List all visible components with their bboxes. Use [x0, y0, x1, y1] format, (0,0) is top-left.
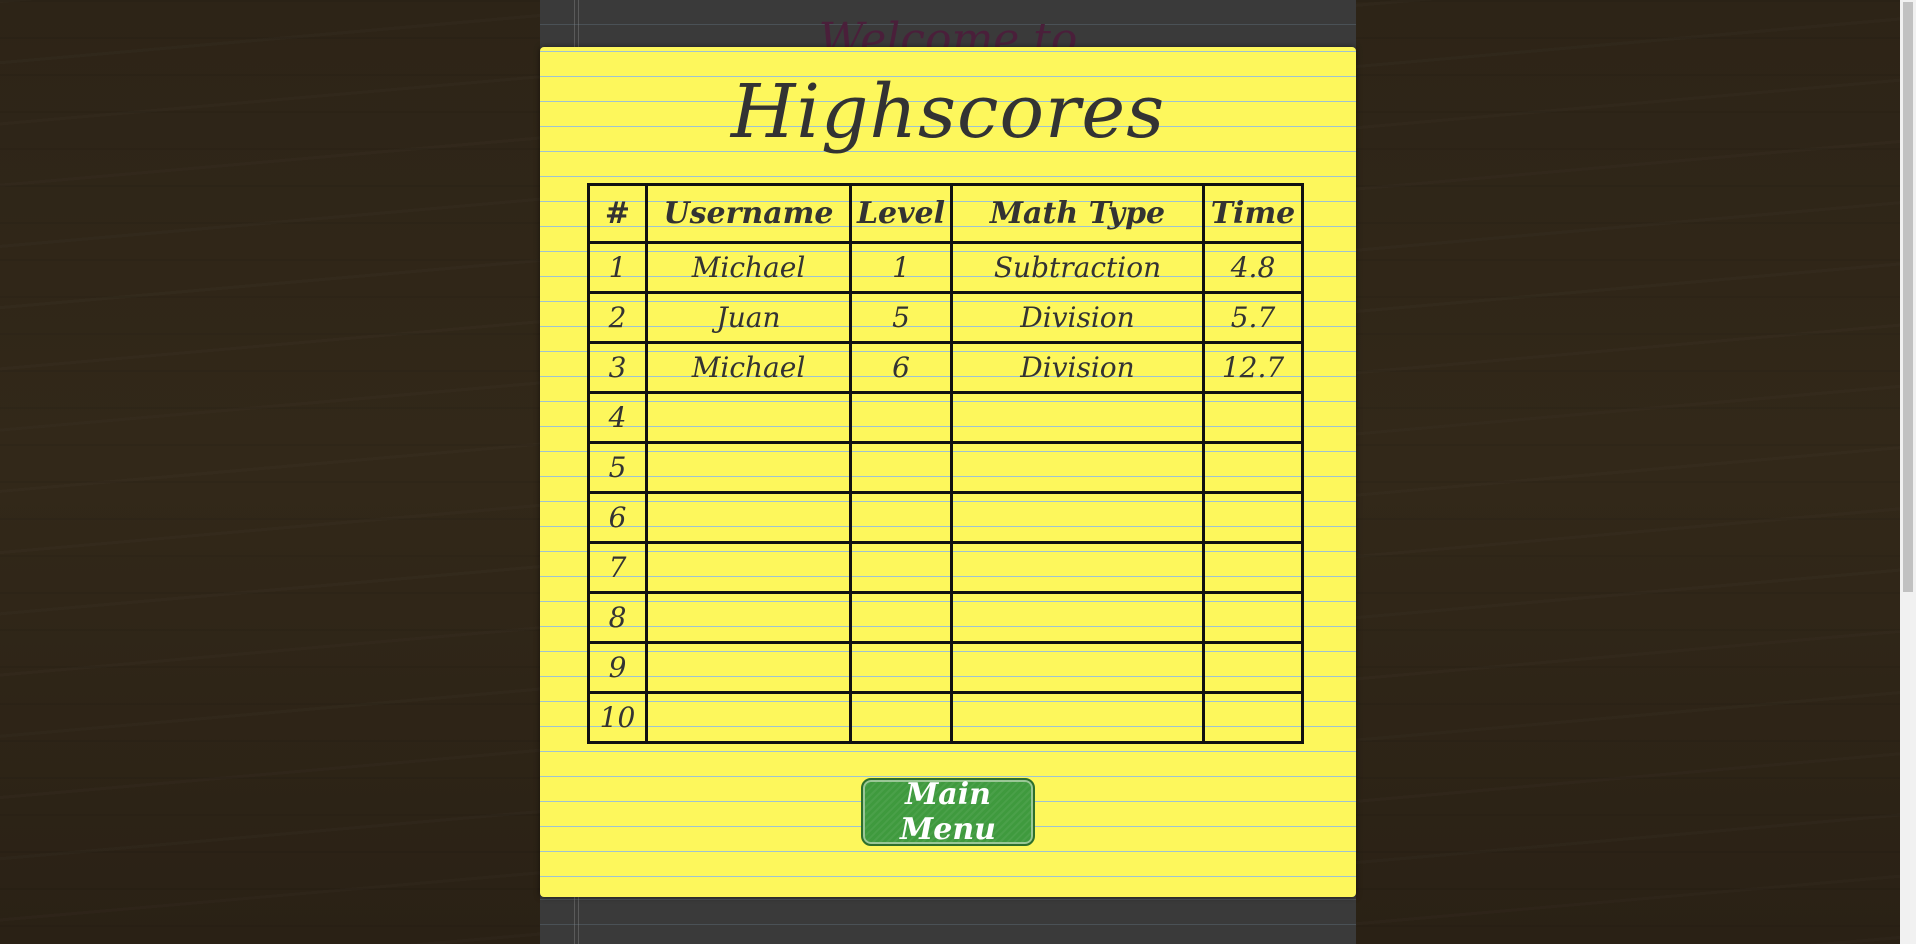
header-math-type: Math Type: [950, 183, 1205, 244]
cell-math-type: Division: [950, 291, 1205, 344]
header-rank: #: [587, 183, 648, 244]
cell-time: [1202, 541, 1304, 594]
cell-math-type: [950, 541, 1205, 594]
cell-level: [849, 541, 953, 594]
header-level: Level: [849, 183, 953, 244]
header-username: Username: [645, 183, 852, 244]
cell-level: 1: [849, 241, 953, 294]
cell-level: [849, 641, 953, 694]
cell-username: [645, 541, 852, 594]
cell-username: [645, 691, 852, 744]
cell-math-type: [950, 641, 1205, 694]
cell-math-type: [950, 591, 1205, 644]
cell-rank: 1: [587, 241, 648, 294]
cell-time: [1202, 591, 1304, 644]
cell-math-type: [950, 391, 1205, 444]
cell-level: 6: [849, 341, 953, 394]
cell-rank: 7: [587, 541, 648, 594]
page-scrollbar[interactable]: [1900, 0, 1916, 944]
cell-time: 5.7: [1202, 291, 1304, 344]
cell-rank: 4: [587, 391, 648, 444]
table-header-row: # Username Level Math Type Time: [587, 183, 1304, 244]
table-row: 7: [587, 541, 1304, 594]
cell-username: Michael: [645, 341, 852, 394]
table-row: 1 Michael 1 Subtraction 4.8: [587, 241, 1304, 294]
cell-username: [645, 441, 852, 494]
cell-level: [849, 491, 953, 544]
cell-time: 4.8: [1202, 241, 1304, 294]
table-row: 9: [587, 641, 1304, 694]
cell-username: Michael: [645, 241, 852, 294]
cell-rank: 2: [587, 291, 648, 344]
cell-rank: 9: [587, 641, 648, 694]
scrollbar-thumb[interactable]: [1903, 2, 1913, 592]
table-row: 5: [587, 441, 1304, 494]
highscores-title: Highscores: [730, 69, 1166, 155]
header-time: Time: [1202, 183, 1304, 244]
cell-username: [645, 391, 852, 444]
cell-math-type: [950, 691, 1205, 744]
main-menu-button[interactable]: Main Menu: [861, 777, 1035, 847]
highscores-modal: Highscores # Username Level Math Type Ti…: [540, 47, 1356, 897]
cell-rank: 5: [587, 441, 648, 494]
cell-username: [645, 591, 852, 644]
cell-username: Juan: [645, 291, 852, 344]
cell-math-type: Division: [950, 341, 1205, 394]
cell-time: [1202, 691, 1304, 744]
cell-time: [1202, 641, 1304, 694]
table-row: 6: [587, 491, 1304, 544]
cell-rank: 3: [587, 341, 648, 394]
cell-level: [849, 591, 953, 644]
cell-rank: 8: [587, 591, 648, 644]
cell-level: 5: [849, 291, 953, 344]
cell-level: [849, 391, 953, 444]
cell-math-type: [950, 491, 1205, 544]
cell-rank: 10: [587, 691, 648, 744]
cell-level: [849, 441, 953, 494]
cell-time: 12.7: [1202, 341, 1304, 394]
cell-rank: 6: [587, 491, 648, 544]
table-row: 2 Juan 5 Division 5.7: [587, 291, 1304, 344]
cell-math-type: [950, 441, 1205, 494]
table-row: 10: [587, 691, 1304, 744]
cell-username: [645, 491, 852, 544]
cell-time: [1202, 491, 1304, 544]
table-row: 8: [587, 591, 1304, 644]
table-row: 3 Michael 6 Division 12.7: [587, 341, 1304, 394]
cell-level: [849, 691, 953, 744]
highscores-table: # Username Level Math Type Time 1 Michae…: [587, 183, 1304, 744]
cell-time: [1202, 441, 1304, 494]
cell-username: [645, 641, 852, 694]
cell-time: [1202, 391, 1304, 444]
cell-math-type: Subtraction: [950, 241, 1205, 294]
table-row: 4: [587, 391, 1304, 444]
